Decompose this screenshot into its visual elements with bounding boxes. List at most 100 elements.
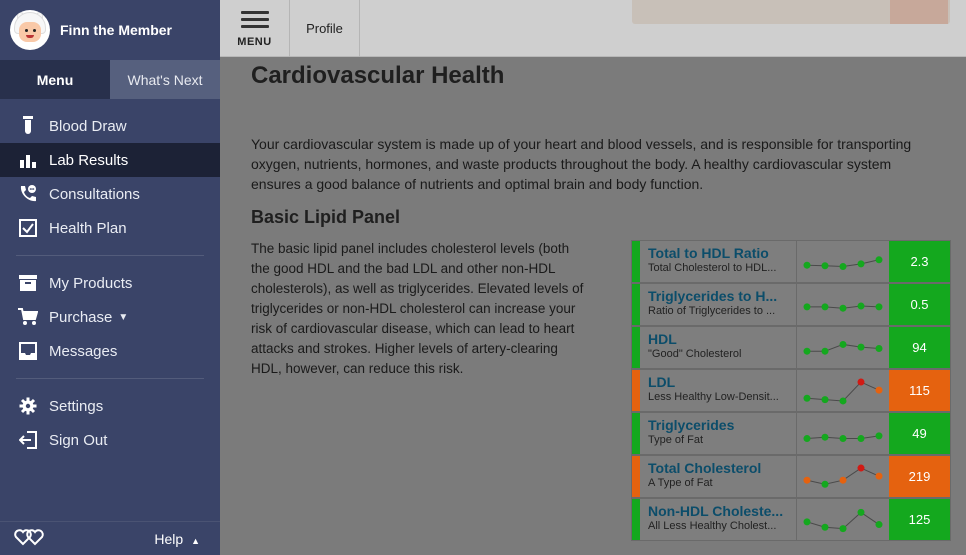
lab-value-badge: 115: [889, 370, 950, 411]
intro-text: Your cardiovascular system is made up of…: [251, 136, 912, 192]
section-title: Basic Lipid Panel: [251, 207, 401, 227]
trend-sparkline: [797, 284, 889, 325]
sign-out-icon: [18, 430, 38, 450]
trend-point: [875, 472, 883, 480]
trend-point: [857, 464, 865, 472]
lab-description: Less Healthy Low-Densit...: [648, 391, 779, 403]
hamburger-icon: [240, 11, 269, 14]
user-name: Finn the Member: [60, 22, 173, 38]
lab-row[interactable]: Non-HDL Choleste... All Less Healthy Chol…: [631, 498, 951, 541]
lab-name[interactable]: Triglycerides to H...: [648, 288, 796, 304]
tab-profile[interactable]: Profile: [290, 0, 360, 57]
trend-point: [839, 476, 847, 484]
trend-point: [803, 394, 811, 402]
trend-sparkline: [797, 456, 889, 497]
profile-header[interactable]: Finn the Member: [0, 0, 220, 60]
lab-name[interactable]: LDL: [648, 374, 796, 390]
trend-point: [803, 435, 811, 443]
lab-name[interactable]: HDL: [648, 331, 796, 347]
trend-sparkline: [797, 327, 889, 368]
sidebar-item-label: Consultations: [49, 185, 140, 203]
trend-point: [803, 261, 811, 269]
status-edge: [632, 499, 640, 540]
lab-info: Triglycerides to H... Ratio of Triglyceri…: [640, 284, 797, 325]
page-title: Cardiovascular Health: [251, 62, 505, 89]
tab-menu[interactable]: Menu: [0, 60, 110, 99]
trend-point: [821, 303, 829, 311]
lab-info: Total Cholesterol A Type of Fat: [640, 456, 797, 497]
lab-row[interactable]: HDL "Good" Cholesterol 94: [631, 326, 951, 369]
trend-point: [875, 256, 883, 264]
trend-point: [875, 345, 883, 352]
sidebar-item-my-products[interactable]: My Products: [0, 266, 220, 300]
lab-name[interactable]: Total to HDL Ratio: [648, 245, 796, 261]
trend-point: [803, 303, 811, 311]
sidebar-item-sign-out[interactable]: Sign Out: [0, 423, 220, 457]
sidebar-item-messages[interactable]: Messages: [0, 334, 220, 368]
status-edge: [632, 413, 640, 454]
lab-row[interactable]: LDL Less Healthy Low-Densit... 115: [631, 369, 951, 412]
sidebar-item-lab-results[interactable]: Lab Results: [0, 143, 220, 177]
trend-sparkline: [797, 241, 889, 282]
lab-row[interactable]: Total Cholesterol A Type of Fat 219: [631, 455, 951, 498]
sidebar-item-purchase[interactable]: Purchase ▼: [0, 300, 220, 334]
trend-sparkline: [797, 370, 889, 411]
chevron-up-icon: ▲: [191, 535, 200, 546]
lab-description: Type of Fat: [648, 434, 704, 446]
trend-point: [875, 521, 883, 529]
archive-box-icon: [18, 273, 38, 293]
test-tube-icon: [18, 116, 38, 136]
phone-chat-icon: [18, 184, 38, 204]
divider: [16, 378, 204, 379]
lab-info: Triglycerides Type of Fat: [640, 413, 797, 454]
trend-point: [839, 525, 847, 533]
status-edge: [632, 456, 640, 497]
lab-description: "Good" Cholesterol: [648, 348, 742, 360]
inbox-icon: [18, 341, 38, 361]
lab-value-badge: 219: [889, 456, 950, 497]
lab-value-badge: 94: [889, 327, 950, 368]
lab-description: Ratio of Triglycerides to ...: [648, 305, 776, 317]
trend-point: [857, 343, 865, 351]
trend-point: [821, 523, 829, 531]
trend-point: [857, 260, 865, 268]
menu-button[interactable]: MENU: [220, 0, 290, 57]
lab-value-badge: 125: [889, 499, 950, 540]
trend-point: [803, 347, 811, 355]
trend-point: [821, 262, 829, 270]
sidebar-item-settings[interactable]: Settings: [0, 389, 220, 423]
section-body: The basic lipid panel includes cholester…: [251, 241, 584, 376]
sidebar-tabs: Menu What's Next: [0, 60, 220, 99]
sidebar-item-blood-draw[interactable]: Blood Draw: [0, 109, 220, 143]
lab-description: Total Cholesterol to HDL...: [648, 262, 777, 274]
lab-name[interactable]: Total Cholesterol: [648, 460, 796, 476]
trend-point: [839, 263, 847, 271]
trend-point: [857, 378, 865, 386]
help-button[interactable]: Help ▲: [154, 531, 200, 547]
lab-row[interactable]: Total to HDL Ratio Total Cholesterol to H…: [631, 240, 951, 283]
trend-point: [803, 518, 811, 526]
checkbox-icon: [18, 218, 38, 238]
sidebar-item-health-plan[interactable]: Health Plan: [0, 211, 220, 245]
trend-point: [821, 433, 829, 441]
chevron-down-icon: ▼: [118, 311, 129, 323]
tab-whats-next[interactable]: What's Next: [110, 60, 220, 99]
lab-info: Non-HDL Choleste... All Less Healthy Chol…: [640, 499, 797, 540]
lab-name[interactable]: Non-HDL Choleste...: [648, 503, 796, 519]
status-edge: [632, 327, 640, 368]
shopping-cart-icon: [18, 307, 38, 327]
lab-row[interactable]: Triglycerides Type of Fat 49: [631, 412, 951, 455]
lab-value-badge: 49: [889, 413, 950, 454]
avatar[interactable]: [10, 10, 50, 50]
trend-sparkline: [797, 413, 889, 454]
main-content: Cardiovascular Health Your cardiovascula…: [220, 57, 966, 555]
sidebar-item-label: Health Plan: [49, 219, 127, 237]
trend-point: [857, 508, 865, 516]
lab-row[interactable]: Triglycerides to H... Ratio of Triglyceri…: [631, 283, 951, 326]
trend-sparkline: [797, 499, 889, 540]
trend-point: [821, 396, 829, 404]
sidebar: Finn the Member Menu What's Next Blood D…: [0, 0, 220, 555]
menu-label: MENU: [237, 36, 272, 48]
lab-name[interactable]: Triglycerides: [648, 417, 796, 433]
sidebar-item-consultations[interactable]: Consultations: [0, 177, 220, 211]
